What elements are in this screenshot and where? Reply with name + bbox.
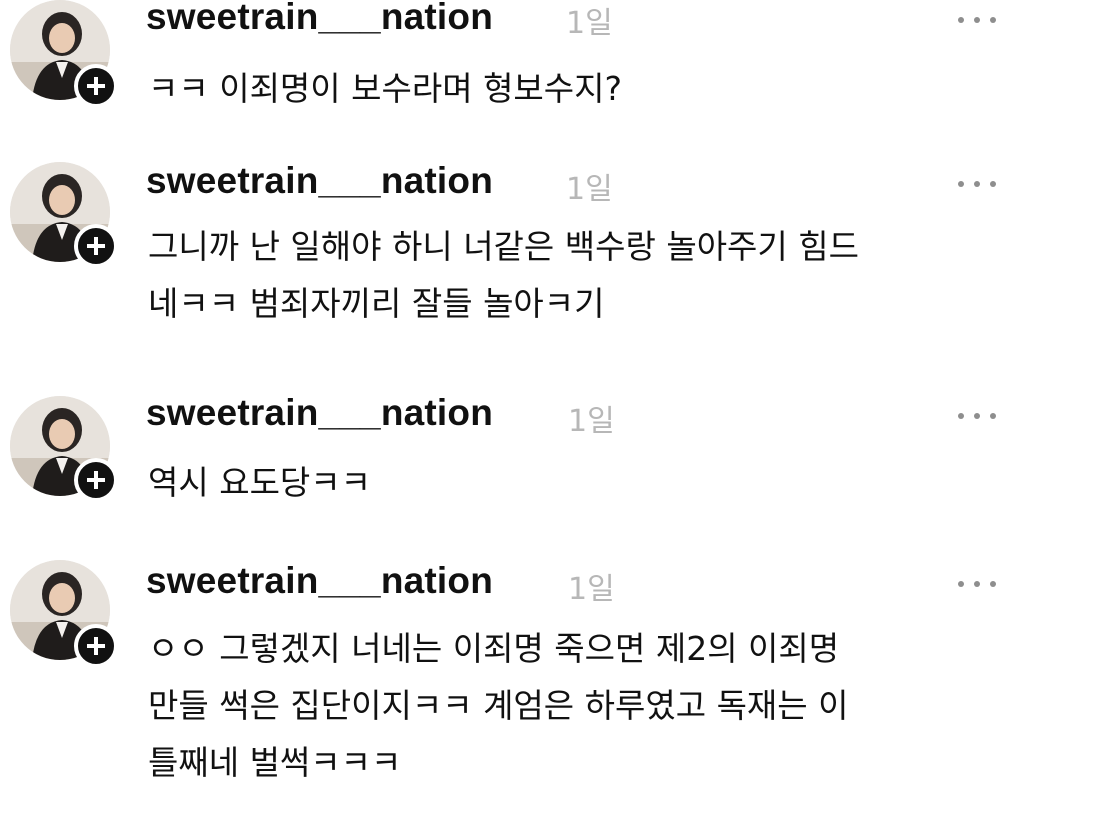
more-options-button[interactable] bbox=[958, 178, 996, 190]
more-icon bbox=[958, 181, 964, 187]
follow-button[interactable] bbox=[74, 458, 118, 502]
comment-text: 그니까 난 일해야 하니 너같은 백수랑 놀아주기 힘드 네ㅋㅋ 범죄자끼리 잘… bbox=[148, 218, 1048, 332]
more-options-button[interactable] bbox=[958, 578, 996, 590]
comment-text-line: ㅇㅇ 그렇겠지 너네는 이죄명 죽으면 제2의 이죄명 bbox=[148, 629, 840, 668]
comment-text-line: 틀째네 벌썩ㅋㅋㅋ bbox=[148, 743, 402, 782]
comment-text-line: 역시 요도당ㅋㅋ bbox=[148, 463, 372, 502]
follow-button[interactable] bbox=[74, 224, 118, 268]
plus-icon bbox=[87, 237, 105, 255]
timestamp: 1일 bbox=[568, 572, 615, 607]
comment-text: 역시 요도당ㅋㅋ bbox=[148, 454, 1048, 511]
plus-icon bbox=[87, 471, 105, 489]
more-icon bbox=[958, 413, 964, 419]
follow-button[interactable] bbox=[74, 64, 118, 108]
more-options-button[interactable] bbox=[958, 410, 996, 422]
username[interactable]: sweetrain___nation bbox=[146, 560, 493, 602]
username[interactable]: sweetrain___nation bbox=[146, 392, 493, 434]
timestamp: 1일 bbox=[566, 6, 613, 41]
comment-text-line: 네ㅋㅋ 범죄자끼리 잘들 놀아ㅋ기 bbox=[148, 284, 605, 323]
more-icon bbox=[958, 17, 964, 23]
comment-text-line: ㅋㅋ 이죄명이 보수라며 형보수지? bbox=[148, 69, 623, 108]
more-options-button[interactable] bbox=[958, 14, 996, 26]
more-icon bbox=[958, 581, 964, 587]
comment-text-line: 만들 썩은 집단이지ㅋㅋ 계엄은 하루였고 독재는 이 bbox=[148, 686, 849, 725]
follow-button[interactable] bbox=[74, 624, 118, 668]
timestamp: 1일 bbox=[568, 404, 615, 439]
timestamp: 1일 bbox=[566, 172, 613, 207]
comment-text: ㅇㅇ 그렇겠지 너네는 이죄명 죽으면 제2의 이죄명 만들 썩은 집단이지ㅋㅋ… bbox=[148, 620, 1048, 791]
username[interactable]: sweetrain___nation bbox=[146, 0, 493, 38]
comment-feed: sweetrain___nation 1일 ㅋㅋ 이죄명이 보수라며 형보수지? bbox=[0, 0, 1118, 838]
plus-icon bbox=[87, 637, 105, 655]
plus-icon bbox=[87, 77, 105, 95]
username[interactable]: sweetrain___nation bbox=[146, 160, 493, 202]
comment-text: ㅋㅋ 이죄명이 보수라며 형보수지? bbox=[148, 60, 1048, 117]
comment-text-line: 그니까 난 일해야 하니 너같은 백수랑 놀아주기 힘드 bbox=[148, 227, 859, 266]
